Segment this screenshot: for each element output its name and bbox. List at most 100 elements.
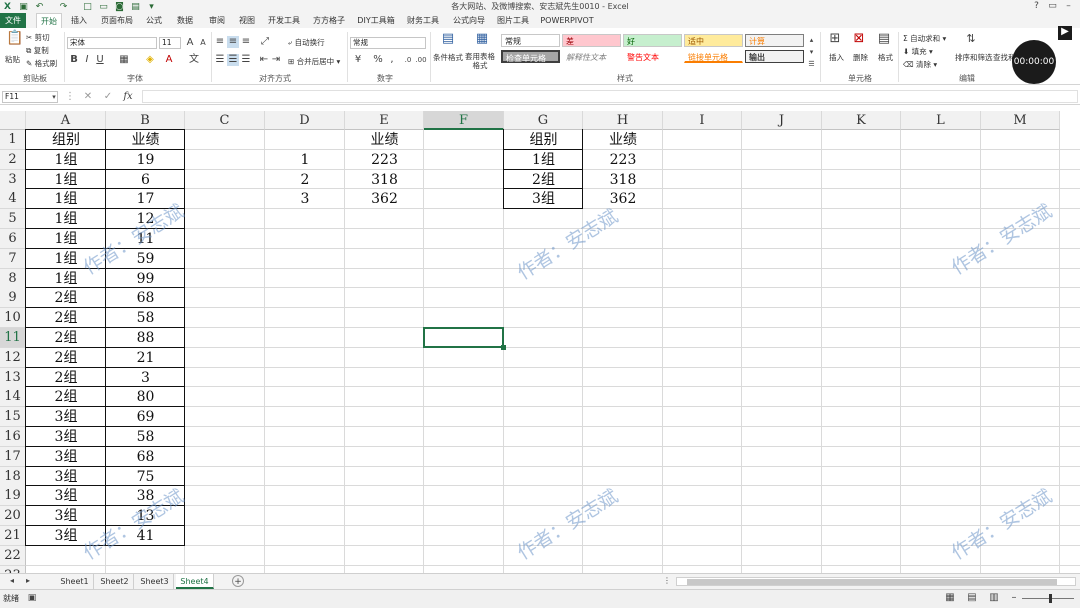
sheet-tab-3[interactable]: Sheet3 — [136, 574, 174, 589]
row-header-2[interactable]: 2 — [0, 149, 26, 170]
accounting-format-icon[interactable]: ¥ — [352, 54, 364, 66]
style-good[interactable]: 好 — [623, 34, 682, 47]
merge-center-button[interactable]: ⊞ 合并后居中 ▾ — [288, 56, 340, 67]
spreadsheet-grid[interactable]: A B C D E F G H I J K L M 1 2 3 4 5 6 7 8 9 10 11 12 13 14 15 16 17 18… — [0, 111, 1080, 573]
increase-indent-icon[interactable]: ⇥ — [270, 54, 282, 66]
sheet-tab-4[interactable]: Sheet4 — [176, 574, 214, 589]
tab-diy-tools[interactable]: DIY工具箱 — [356, 13, 396, 28]
selected-cell-f11[interactable] — [423, 327, 504, 348]
cell-h2[interactable]: 223 — [583, 150, 663, 170]
cell-e1[interactable]: 业绩 — [345, 130, 424, 150]
cell-b9[interactable]: 68 — [106, 288, 185, 308]
paste-button[interactable]: 粘贴 — [5, 54, 20, 65]
row-header-22[interactable]: 22 — [0, 545, 26, 566]
cell-b8[interactable]: 99 — [106, 269, 185, 289]
column-header-c[interactable]: C — [185, 111, 265, 130]
cell-a12[interactable]: 2组 — [26, 348, 106, 368]
column-header-l[interactable]: L — [901, 111, 981, 130]
tab-insert[interactable]: 插入 — [66, 13, 92, 28]
cell-h1[interactable]: 业绩 — [583, 130, 663, 150]
format-painter-button[interactable]: ✎ 格式刷 — [26, 58, 57, 69]
align-left-icon[interactable]: ☰ — [214, 54, 226, 66]
horizontal-scrollbar[interactable] — [676, 577, 1076, 586]
row-header-5[interactable]: 5 — [0, 209, 26, 230]
help-icon[interactable]: ? — [1031, 1, 1042, 12]
tab-home[interactable]: 开始 — [36, 13, 62, 28]
cell-a10[interactable]: 2组 — [26, 308, 106, 328]
fill-color-icon[interactable]: ◈ — [144, 54, 156, 66]
cell-a11[interactable]: 2组 — [26, 328, 106, 348]
row-header-1[interactable]: 1 — [0, 130, 26, 150]
insert-cells-icon[interactable]: ⊞ — [827, 32, 843, 49]
format-cells-button[interactable]: 格式 — [878, 52, 893, 63]
fill-button[interactable]: ⬇ 填充 ▾ — [903, 46, 933, 57]
sort-filter-icon[interactable]: ⇅ — [963, 33, 979, 47]
cell-a2[interactable]: 1组 — [26, 150, 106, 170]
zoom-slider-thumb[interactable] — [1049, 594, 1052, 603]
cell-a14[interactable]: 2组 — [26, 387, 106, 407]
scrollbar-thumb[interactable] — [687, 579, 1057, 585]
column-header-d[interactable]: D — [265, 111, 345, 130]
style-bad[interactable]: 差 — [562, 34, 621, 47]
page-layout-view-icon[interactable]: ▤ — [966, 592, 978, 604]
tab-fangfang[interactable]: 方方格子 — [310, 13, 348, 28]
cell-b12[interactable]: 21 — [106, 348, 185, 368]
font-color-icon[interactable]: A — [163, 54, 175, 66]
copy-button[interactable]: ⧉ 复制 — [26, 45, 49, 56]
cell-e4[interactable]: 362 — [345, 189, 424, 209]
column-header-i[interactable]: I — [663, 111, 742, 130]
percent-icon[interactable]: % — [372, 54, 384, 66]
row-header-3[interactable]: 3 — [0, 169, 26, 190]
add-sheet-icon[interactable]: + — [232, 575, 244, 587]
cell-b3[interactable]: 6 — [106, 170, 185, 190]
row-header-14[interactable]: 14 — [0, 387, 26, 408]
conditional-format-icon[interactable]: ▤ — [440, 32, 456, 49]
increase-decimal-icon[interactable]: .0 — [402, 54, 414, 66]
cell-g4[interactable]: 3组 — [504, 189, 583, 209]
cell-b2[interactable]: 19 — [106, 150, 185, 170]
cell-b1[interactable]: 业绩 — [106, 130, 185, 150]
style-normal[interactable]: 常规 — [501, 34, 560, 47]
row-header-20[interactable]: 20 — [0, 506, 26, 527]
row-header-11[interactable]: 11 — [0, 328, 26, 348]
comma-icon[interactable]: , — [386, 54, 398, 66]
cell-g3[interactable]: 2组 — [504, 170, 583, 190]
styles-more-icon[interactable]: ☰ — [807, 58, 816, 70]
table-format-button[interactable]: 套用表格格式 — [463, 52, 497, 70]
sheet-tab-2[interactable]: Sheet2 — [96, 574, 134, 589]
tab-file[interactable]: 文件 — [0, 13, 26, 28]
cell-d2[interactable]: 1 — [265, 150, 345, 170]
cancel-icon[interactable]: ✕ — [82, 91, 94, 103]
cell-h4[interactable]: 362 — [583, 189, 663, 209]
macro-record-icon[interactable]: ▣ — [26, 592, 38, 604]
row-header-8[interactable]: 8 — [0, 268, 26, 289]
minimize-icon[interactable]: – — [1063, 1, 1074, 12]
style-output[interactable]: 输出 — [745, 50, 804, 63]
style-warning[interactable]: 警告文本 — [623, 50, 682, 63]
tab-page-layout[interactable]: 页面布局 — [98, 13, 136, 28]
cell-a5[interactable]: 1组 — [26, 209, 106, 229]
autosum-button[interactable]: Σ 自动求和 ▾ — [903, 33, 946, 44]
style-linked-cell[interactable]: 链接单元格 — [684, 50, 743, 63]
align-middle-icon[interactable]: ≡ — [227, 36, 239, 48]
column-header-a[interactable]: A — [26, 111, 106, 130]
formula-input[interactable] — [142, 90, 1078, 103]
tab-view[interactable]: 视图 — [234, 13, 260, 28]
row-header-4[interactable]: 4 — [0, 189, 26, 210]
wrap-text-button[interactable]: ⤶ 自动换行 — [288, 37, 325, 48]
tab-picture-tools[interactable]: 图片工具 — [494, 13, 532, 28]
cell-e2[interactable]: 223 — [345, 150, 424, 170]
grow-font-icon[interactable]: A — [184, 37, 196, 49]
column-header-k[interactable]: K — [822, 111, 901, 130]
ribbon-display-icon[interactable]: ▭ — [1047, 1, 1058, 12]
cell-a20[interactable]: 3组 — [26, 506, 106, 526]
align-center-icon[interactable]: ☰ — [227, 54, 239, 66]
column-header-h[interactable]: H — [583, 111, 663, 130]
cell-b11[interactable]: 88 — [106, 328, 185, 348]
sort-filter-button[interactable]: 排序和筛选 — [955, 52, 993, 63]
delete-cells-icon[interactable]: ⊠ — [851, 32, 867, 49]
cell-a19[interactable]: 3组 — [26, 486, 106, 506]
orientation-icon[interactable]: ⤢ — [259, 36, 271, 48]
cell-e3[interactable]: 318 — [345, 170, 424, 190]
row-header-10[interactable]: 10 — [0, 308, 26, 329]
